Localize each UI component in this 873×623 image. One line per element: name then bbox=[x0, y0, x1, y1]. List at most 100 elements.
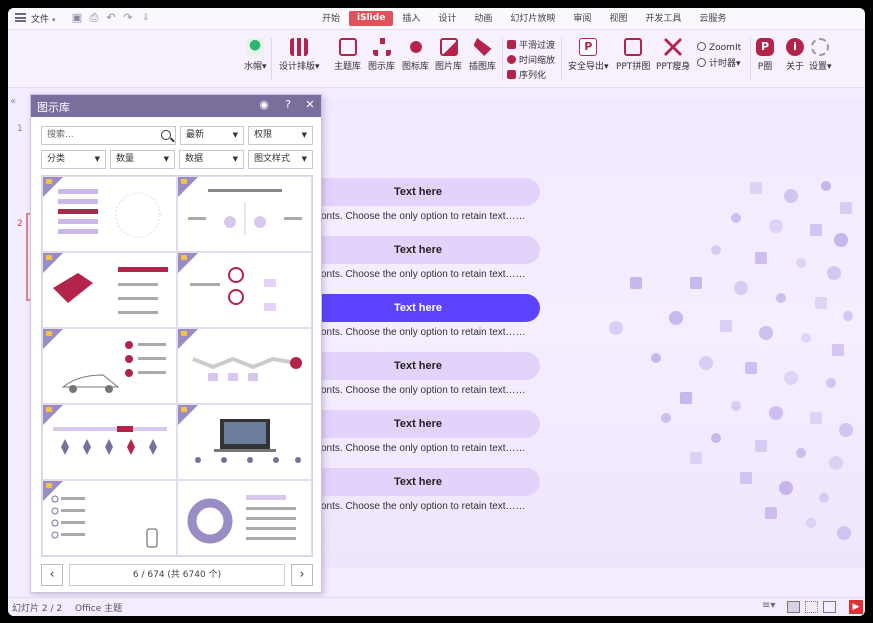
illustration-library-button[interactable]: 插图库 bbox=[469, 38, 496, 72]
quantity-select[interactable]: 数量 ▼ bbox=[110, 150, 175, 169]
safe-export-label: 安全导出 bbox=[568, 62, 605, 72]
tab-8[interactable]: 开发工具 bbox=[636, 8, 690, 30]
diagram-thumbnail[interactable] bbox=[42, 328, 177, 404]
diagram-thumbnail[interactable] bbox=[177, 480, 312, 556]
cloud-glyph bbox=[784, 189, 798, 203]
timer-button[interactable]: 计时器▾ bbox=[697, 58, 741, 71]
watermark-label: 水帽 bbox=[244, 62, 263, 72]
zoomit-button[interactable]: ZoomIt bbox=[697, 42, 741, 55]
reading-view-icon[interactable] bbox=[823, 601, 836, 613]
layout-button[interactable]: 设计排版▾ bbox=[279, 38, 320, 72]
cloud-glyph bbox=[821, 181, 831, 191]
panel-title: 图示库 bbox=[37, 101, 70, 114]
ppt-merge-button[interactable]: PPT拼图 bbox=[616, 38, 650, 72]
slide-body-text[interactable]: onts. Choose the only option to retain t… bbox=[321, 443, 526, 454]
p-chart-button[interactable]: P P圈 bbox=[756, 38, 774, 72]
safe-export-button[interactable]: P 安全导出▾ bbox=[568, 38, 609, 72]
diagram-preview bbox=[53, 267, 168, 314]
tab-9[interactable]: 云服务 bbox=[690, 8, 735, 30]
prev-page-button[interactable]: ‹ bbox=[41, 564, 63, 586]
ppt-slim-button[interactable]: PPT瘦身 bbox=[656, 38, 690, 72]
gear-icon bbox=[811, 38, 830, 56]
style-select-value: 图文样式 bbox=[254, 154, 291, 164]
about-button[interactable]: i 关于 bbox=[786, 38, 804, 72]
permission-select-value: 权限 bbox=[254, 130, 273, 140]
close-icon[interactable]: ✕ bbox=[303, 98, 317, 111]
notes-icon[interactable]: ≡▾ bbox=[762, 600, 775, 611]
cloud-glyph bbox=[829, 456, 843, 470]
redo-icon[interactable]: ↷ bbox=[121, 11, 135, 25]
diagram-thumbnail[interactable] bbox=[177, 176, 312, 252]
play-icon[interactable]: ▶ bbox=[849, 600, 863, 614]
image-icon bbox=[439, 38, 458, 56]
tab-5[interactable]: 幻灯片放映 bbox=[501, 8, 564, 30]
theme-name: Office 主题 bbox=[75, 604, 123, 614]
cloud-glyph bbox=[839, 423, 853, 437]
text-here-bar[interactable]: Text here bbox=[296, 236, 540, 264]
search-icon[interactable] bbox=[161, 130, 171, 140]
rocket-icon bbox=[473, 38, 492, 56]
slide-body-text[interactable]: onts. Choose the only option to retain t… bbox=[321, 327, 526, 338]
theme-library-button[interactable]: 主题库 bbox=[334, 38, 361, 72]
data-select[interactable]: 数据 ▼ bbox=[179, 150, 244, 169]
image-library-button[interactable]: 图片库 bbox=[435, 38, 462, 72]
hamburger-menu-icon[interactable] bbox=[15, 13, 26, 22]
diagram-library-button[interactable]: 图示库 bbox=[368, 38, 395, 72]
cloud-glyph bbox=[680, 392, 692, 404]
watermark-button[interactable]: 水帽▾ bbox=[244, 38, 267, 72]
settings-button[interactable]: 设置▾ bbox=[809, 38, 832, 72]
search-input[interactable]: 搜索... bbox=[41, 126, 176, 145]
cloud-glyph bbox=[630, 277, 642, 289]
diagram-thumbnail[interactable] bbox=[42, 252, 177, 328]
normal-view-icon[interactable] bbox=[787, 601, 800, 613]
save-icon[interactable]: ▣ bbox=[70, 11, 84, 25]
tab-2[interactable]: 插入 bbox=[393, 8, 429, 30]
slide-body-text[interactable]: onts. Choose the only option to retain t… bbox=[321, 211, 526, 222]
slide-body-text[interactable]: onts. Choose the only option to retain t… bbox=[321, 269, 526, 280]
time-zoom-button[interactable]: 时间缩放 bbox=[507, 55, 555, 68]
diagram-thumbnail[interactable] bbox=[42, 404, 177, 480]
tab-4[interactable]: 动画 bbox=[465, 8, 501, 30]
print-icon[interactable]: ⎙ bbox=[87, 11, 101, 25]
diagram-thumbnail[interactable] bbox=[42, 480, 177, 556]
illustration-library-label: 插图库 bbox=[469, 62, 497, 72]
tab-0[interactable]: 开始 bbox=[313, 8, 349, 30]
slide-canvas[interactable]: Text here onts. Choose the only option to… bbox=[246, 98, 865, 568]
category-select[interactable]: 分类 ▼ bbox=[41, 150, 106, 169]
cloud-glyph bbox=[609, 321, 623, 335]
smooth-transition-button[interactable]: 平滑过渡 bbox=[507, 40, 555, 53]
visibility-icon[interactable]: ◉ bbox=[257, 98, 271, 111]
diagram-thumbnail[interactable] bbox=[42, 176, 177, 252]
customize-toolbar-icon[interactable]: ⇩ bbox=[139, 11, 153, 25]
merge-icon bbox=[624, 38, 643, 56]
slide-body-text[interactable]: onts. Choose the only option to retain t… bbox=[321, 501, 526, 512]
sequence-button[interactable]: 序列化 bbox=[507, 70, 546, 83]
cloud-glyph bbox=[827, 266, 841, 280]
tab-7[interactable]: 视图 bbox=[600, 8, 636, 30]
ribbon-divider bbox=[502, 38, 503, 80]
permission-select[interactable]: 权限 ▼ bbox=[248, 126, 313, 145]
tab-3[interactable]: 设计 bbox=[429, 8, 465, 30]
sort-select[interactable]: 最新 ▼ bbox=[180, 126, 244, 145]
next-page-button[interactable]: › bbox=[291, 564, 313, 586]
tab-1[interactable]: iSlide bbox=[349, 11, 394, 26]
undo-icon[interactable]: ↶ bbox=[104, 11, 118, 25]
ribbon-tabs: 开始 iSlide 插入 设计 动画 幻灯片放映 审阅 视图 开发工具 云服务 bbox=[313, 8, 735, 30]
text-here-bar[interactable]: Text here bbox=[296, 352, 540, 380]
diagram-thumbnail[interactable] bbox=[177, 252, 312, 328]
text-here-bar[interactable]: Text here bbox=[296, 294, 540, 322]
diagram-thumbnail[interactable] bbox=[177, 404, 312, 480]
text-here-bar[interactable]: Text here bbox=[296, 468, 540, 496]
diagram-thumbnail[interactable] bbox=[177, 328, 312, 404]
tab-6[interactable]: 审阅 bbox=[564, 8, 600, 30]
icon-library-button[interactable]: 图标库 bbox=[402, 38, 429, 72]
file-menu[interactable]: 文件 ▾ bbox=[31, 12, 56, 25]
diagram-library-label: 图示库 bbox=[368, 62, 396, 72]
text-here-bar[interactable]: Text here bbox=[296, 410, 540, 438]
text-here-bar[interactable]: Text here bbox=[296, 178, 540, 206]
collapse-panel-icon[interactable]: « bbox=[10, 96, 16, 107]
help-icon[interactable]: ? bbox=[281, 98, 295, 111]
slide-sorter-icon[interactable] bbox=[805, 601, 818, 613]
slide-body-text[interactable]: onts. Choose the only option to retain t… bbox=[321, 385, 526, 396]
style-select[interactable]: 图文样式 ▼ bbox=[248, 150, 313, 169]
